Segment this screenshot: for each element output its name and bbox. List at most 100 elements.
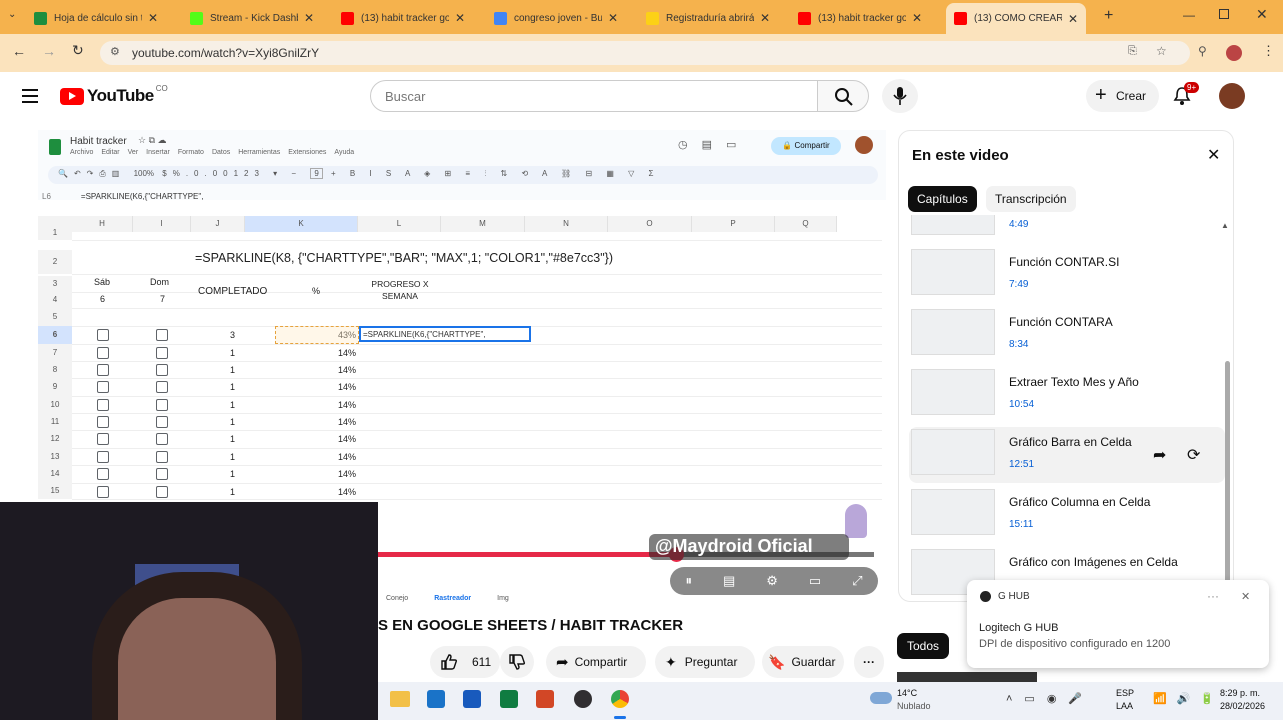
file-explorer-icon[interactable] (390, 691, 410, 707)
chapter-time[interactable]: 8:34 (1009, 339, 1028, 350)
tab-close-icon[interactable]: ✕ (455, 11, 465, 25)
tab-close-icon[interactable]: ✕ (912, 11, 922, 25)
language-1[interactable]: ESP (1116, 688, 1134, 698)
tab-close-icon[interactable]: ✕ (304, 11, 314, 25)
sheets-logo-icon (49, 139, 61, 155)
repeat-icon[interactable]: ⟳ (1187, 445, 1200, 465)
bookmark-star-icon[interactable]: ☆ (1156, 44, 1167, 58)
tab-close-icon[interactable]: ✕ (1068, 12, 1078, 26)
ghub-notification[interactable]: G HUB ··· ✕ Logitech G HUB DPI de dispos… (967, 580, 1269, 668)
star-icon: ☆ ⧉ ☁ (138, 135, 167, 145)
browser-tab[interactable]: Stream - Kick Dashb ✕ (190, 6, 314, 30)
save-button[interactable]: 🔖 Guardar (762, 646, 844, 678)
clock-time[interactable]: 8:29 p. m. (1220, 688, 1260, 698)
filter-all-chip[interactable]: Todos (897, 633, 950, 659)
notifications-button[interactable]: 9+ (1173, 82, 1200, 111)
formula-bar: L6 =SPARKLINE(K6,{"CHARTTYPE", (42, 192, 203, 201)
chapter-item[interactable]: Gráfico Barra en Celda 12:51 ➦ ⟳ (909, 427, 1225, 483)
more-actions-button[interactable]: ··· (854, 646, 884, 678)
powerpoint-icon[interactable] (536, 690, 554, 708)
chrome-icon[interactable] (611, 690, 629, 708)
chapter-item[interactable]: Extraer Texto Mes y Año 10:54 (909, 367, 1209, 423)
header-sab: Sáb (94, 277, 111, 287)
chapter-time[interactable]: 12:51 (1009, 459, 1034, 470)
tab-search-button[interactable]: ⌄ (8, 9, 16, 20)
search-input[interactable]: Buscar (370, 80, 818, 112)
chapter-item[interactable]: Gráfico Columna en Celda 15:11 (909, 487, 1209, 543)
row-number: 3 (38, 276, 72, 292)
browser-tab[interactable]: (13) habit tracker go ✕ (341, 6, 465, 30)
habit-checkbox (156, 347, 168, 359)
tab-chapters[interactable]: Capítulos (908, 186, 977, 212)
chapter-thumbnail (911, 215, 995, 235)
notification-more-icon[interactable]: ··· (1207, 589, 1219, 603)
sheet-menu-item: Extensiones (288, 149, 327, 156)
sheet-menu-item: Ayuda (334, 149, 355, 156)
tab-transcript[interactable]: Transcripción (986, 186, 1076, 212)
youtube-wordmark: YouTube (87, 86, 154, 105)
tab-close-icon[interactable]: ✕ (608, 11, 618, 25)
excel-icon[interactable] (500, 690, 518, 708)
browser-tab[interactable]: Hoja de cálculo sin t ✕ (34, 6, 158, 30)
account-avatar[interactable] (1219, 83, 1245, 109)
dislike-button[interactable] (500, 646, 534, 678)
browser-tab[interactable]: congreso joven - Bu ✕ (494, 6, 618, 30)
close-panel-icon[interactable]: ✕ (1207, 145, 1220, 165)
site-info-icon[interactable]: ⚙ (110, 45, 120, 58)
word-icon[interactable] (463, 690, 481, 708)
browser-tab[interactable]: (13) habit tracker go ✕ (798, 6, 922, 30)
browser-menu-icon[interactable]: ⋮ (1262, 43, 1275, 59)
forward-icon[interactable]: → (42, 43, 56, 59)
hamburger-menu-icon[interactable] (22, 89, 38, 103)
clock-date[interactable]: 28/02/2026 (1220, 701, 1265, 711)
chapter-time[interactable]: 7:49 (1009, 279, 1028, 290)
language-2[interactable]: LAA (1116, 701, 1133, 711)
chapter-time[interactable]: 10:54 (1009, 399, 1034, 410)
extensions-icon[interactable]: ⚲ (1198, 44, 1207, 58)
create-button[interactable]: + Crear (1086, 80, 1159, 112)
share-button: 🔒 Compartir (771, 137, 841, 155)
install-icon[interactable]: ⎘ (1128, 45, 1137, 58)
tray-icons[interactable]: ˄▭◉🎤 (1006, 692, 1094, 705)
subtitles-icon[interactable]: ▤ (723, 573, 735, 589)
new-tab-button[interactable]: + (1104, 7, 1113, 25)
row-number: 9 (38, 378, 72, 396)
back-icon[interactable]: ← (12, 43, 26, 59)
fullscreen-icon[interactable]: ⤢ (852, 573, 862, 589)
chapter-item[interactable]: Función CONTAR.SI 7:49 (909, 247, 1209, 303)
settings-gear-icon[interactable]: ⚙ (766, 573, 778, 589)
minimize-button[interactable]: — (1183, 8, 1195, 22)
reload-icon[interactable]: ↻ (72, 42, 84, 59)
store-icon[interactable] (427, 690, 445, 708)
chapter-time[interactable]: 15:11 (1009, 519, 1033, 530)
close-window-button[interactable]: ✕ (1256, 6, 1268, 23)
network-sound-icons[interactable]: 📶🔊🔋 (1153, 692, 1224, 705)
share-chapter-icon[interactable]: ➦ (1153, 445, 1166, 465)
tab-close-icon[interactable]: ✕ (760, 11, 770, 25)
restore-button[interactable] (1219, 9, 1229, 19)
big-formula-text: =SPARKLINE(K8, {"CHARTTYPE","BAR"; "MAX"… (195, 251, 614, 265)
ask-button[interactable]: ✦ Preguntar (655, 646, 755, 678)
column-header: P (692, 216, 775, 232)
pause-icon[interactable]: ⏸ (685, 573, 692, 589)
browser-tab[interactable]: Registraduría abrirá ✕ (646, 6, 770, 30)
chapter-item[interactable]: Función CONTARA 8:34 (909, 307, 1209, 363)
recommended-thumbnail[interactable] (897, 672, 1037, 682)
youtube-logo[interactable]: YouTube CO (60, 84, 168, 106)
chapter-time[interactable]: 4:49 (1009, 219, 1028, 230)
profile-avatar[interactable] (1226, 45, 1242, 61)
address-bar[interactable]: ⚙ youtube.com/watch?v=Xyi8GnilZrY ⎘ ☆ (100, 41, 1190, 65)
search-button[interactable] (817, 80, 869, 112)
notification-close-icon[interactable]: ✕ (1241, 590, 1250, 603)
tab-close-icon[interactable]: ✕ (148, 11, 158, 25)
obs-icon[interactable] (574, 690, 592, 708)
like-button[interactable]: 611 (430, 646, 500, 678)
share-video-button[interactable]: ➦ Compartir (546, 646, 646, 678)
microphone-icon (893, 87, 907, 105)
browser-tab[interactable]: (13) COMO CREAR U ✕ (946, 3, 1087, 34)
voice-search-button[interactable] (882, 79, 918, 113)
chapter-thumbnail (911, 429, 995, 475)
chapter-item[interactable]: 4:49 (909, 215, 1209, 243)
theater-mode-icon[interactable]: ▭ (809, 573, 821, 589)
header-completado: COMPLETADO (198, 286, 268, 297)
